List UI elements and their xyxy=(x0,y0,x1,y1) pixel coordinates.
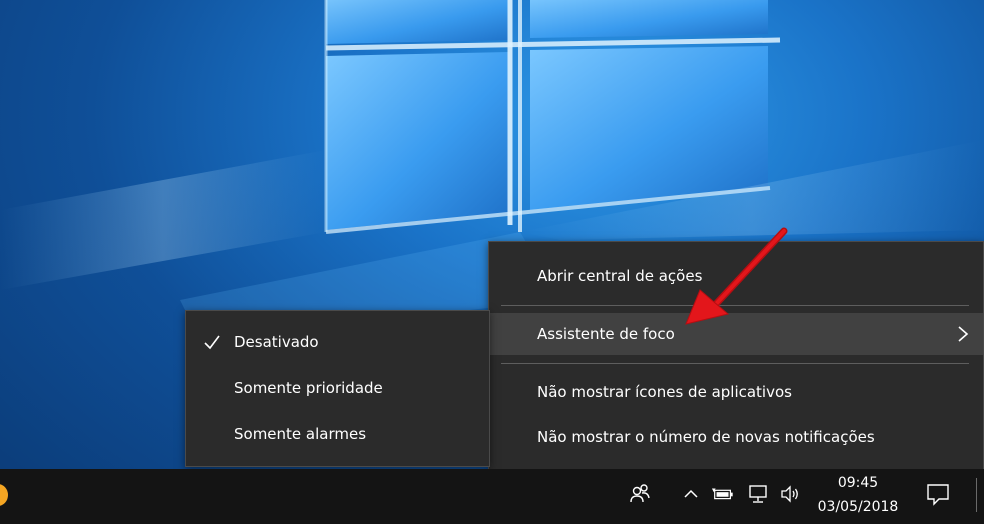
people-icon[interactable] xyxy=(628,481,652,507)
taskbar-clock[interactable]: 09:45 03/05/2018 xyxy=(812,471,904,521)
chevron-up-icon[interactable] xyxy=(679,481,703,507)
notification-icon[interactable] xyxy=(925,481,951,507)
menu-item-label: Não mostrar ícones de aplicativos xyxy=(537,383,792,401)
menu-item-label: Não mostrar o número de novas notificaçõ… xyxy=(537,428,875,446)
menu-item-label: Abrir central de ações xyxy=(537,267,703,285)
menu-item-focus-assist[interactable]: Assistente de foco xyxy=(489,313,983,355)
battery-icon[interactable] xyxy=(711,481,735,507)
chevron-right-icon xyxy=(958,326,969,342)
menu-separator xyxy=(501,305,969,306)
notification-context-menu: Abrir central de ações Assistente de foc… xyxy=(488,241,984,470)
submenu-item-priority-only[interactable]: Somente prioridade xyxy=(186,366,489,410)
clock-time: 09:45 xyxy=(837,475,879,491)
network-icon[interactable] xyxy=(746,481,770,507)
volume-icon[interactable] xyxy=(778,481,802,507)
menu-item-label: Assistente de foco xyxy=(537,325,675,343)
submenu-item-alarms-only[interactable]: Somente alarmes xyxy=(186,412,489,456)
menu-separator xyxy=(501,363,969,364)
show-desktop-button[interactable] xyxy=(976,478,977,512)
submenu-item-off[interactable]: Desativado xyxy=(186,320,489,364)
checkmark-icon xyxy=(204,335,220,350)
clock-date: 03/05/2018 xyxy=(817,499,899,515)
menu-item-hide-app-icons[interactable]: Não mostrar ícones de aplicativos xyxy=(489,371,983,413)
menu-item-open-action-center[interactable]: Abrir central de ações xyxy=(489,255,983,297)
submenu-item-label: Somente prioridade xyxy=(234,379,383,397)
submenu-item-label: Somente alarmes xyxy=(234,425,367,443)
menu-item-hide-notification-count[interactable]: Não mostrar o número de novas notificaçõ… xyxy=(489,416,983,458)
submenu-item-label: Desativado xyxy=(234,333,319,351)
focus-assist-submenu: Desativado Somente prioridade Somente al… xyxy=(185,310,490,467)
